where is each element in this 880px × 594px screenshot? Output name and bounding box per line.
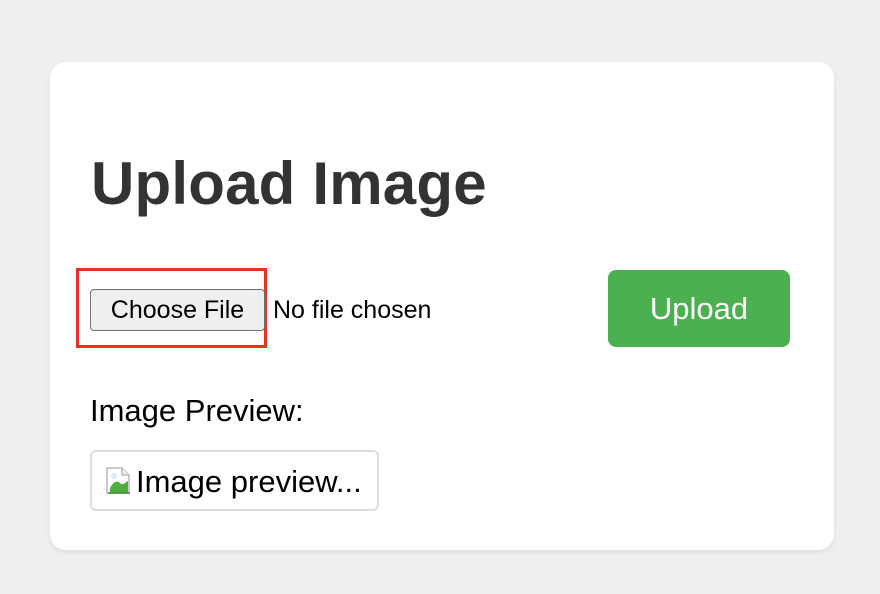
page-title: Upload Image xyxy=(91,150,487,217)
file-status-text: No file chosen xyxy=(273,296,432,324)
image-preview-label: Image Preview: xyxy=(90,393,304,428)
choose-file-button[interactable]: Choose File xyxy=(90,289,265,331)
broken-image-icon xyxy=(106,467,130,494)
upload-button[interactable]: Upload xyxy=(608,270,790,347)
image-preview-alt-text: Image preview... xyxy=(136,464,362,499)
image-preview-box: Image preview... xyxy=(90,450,379,511)
upload-card: Upload Image Choose File No file chosen … xyxy=(50,62,834,550)
